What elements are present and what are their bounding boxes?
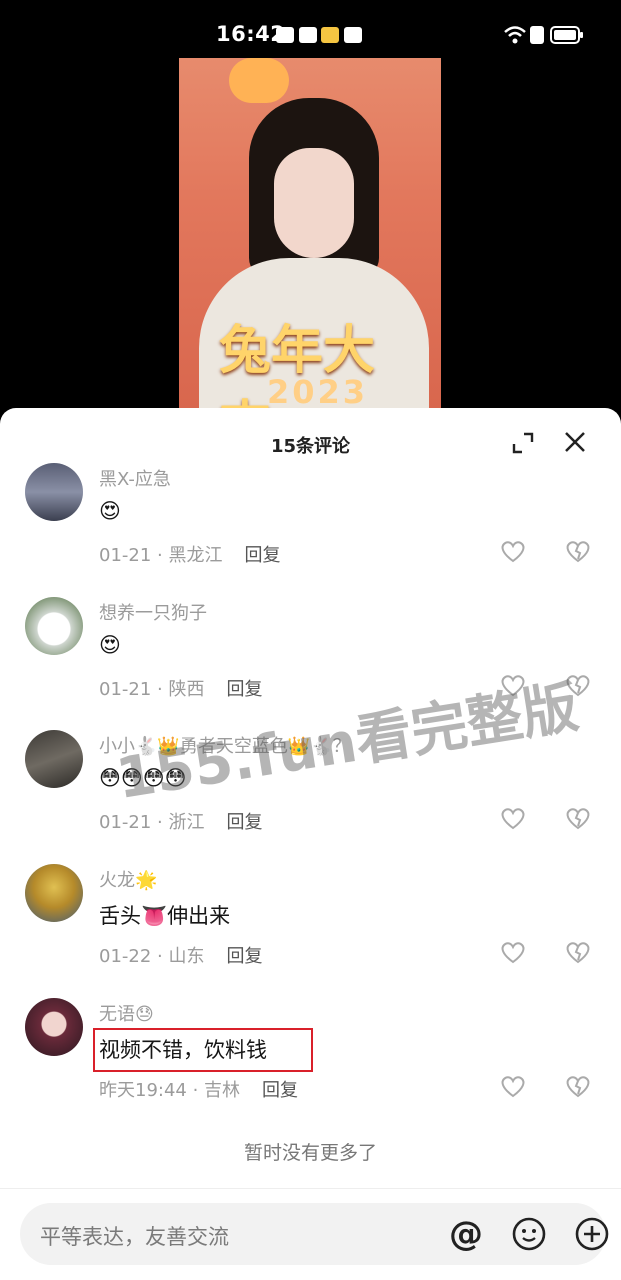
status-time: 16:42 (216, 22, 286, 46)
comment-text: 视频不错，饮料钱 (99, 1038, 267, 1062)
reply-button[interactable]: 回复 (244, 545, 280, 566)
dislike-icon[interactable] (565, 539, 591, 563)
like-icon[interactable] (500, 940, 526, 964)
avatar[interactable] (25, 864, 83, 922)
comment-location: 陕西 (168, 679, 205, 700)
comment-text: 😍 (99, 499, 121, 523)
video-year: 2023 (267, 373, 369, 411)
comment-meta: 昨天19:44 · 吉林 回复 (99, 1080, 299, 1101)
comment-username[interactable]: 黑X-应急 (99, 465, 171, 491)
like-icon[interactable] (500, 1074, 526, 1098)
avatar[interactable] (25, 730, 83, 788)
comment-date: 01-21 (99, 812, 152, 833)
comment-username[interactable]: 无语😓 (99, 1000, 154, 1026)
reply-button[interactable]: 回复 (262, 1080, 298, 1101)
comment-meta: 01-21 · 陕西 回复 (99, 679, 263, 700)
like-icon[interactable] (500, 806, 526, 830)
comment-username[interactable]: 想养一只狗子 (99, 599, 207, 625)
battery-icon (550, 26, 583, 44)
dislike-icon[interactable] (565, 1074, 591, 1098)
comment-item: 火龙🌟 舌头👅伸出来 01-22 · 山东 回复 (0, 864, 621, 984)
input-placeholder: 平等表达，友善交流 (40, 1225, 229, 1249)
comment-location: 浙江 (168, 812, 205, 833)
comment-location: 山东 (168, 946, 205, 967)
comment-location: 黑龙江 (168, 545, 223, 566)
emoji-icon[interactable] (511, 1216, 547, 1252)
at-icon[interactable]: @ (448, 1216, 484, 1252)
reply-button[interactable]: 回复 (226, 679, 262, 700)
avatar[interactable] (25, 463, 83, 521)
expand-icon[interactable] (512, 432, 534, 454)
comment-meta: 01-21 · 黑龙江 回复 (99, 545, 281, 566)
avatar[interactable] (25, 597, 83, 655)
person-face (274, 148, 354, 258)
comment-date: 昨天19:44 (99, 1080, 187, 1101)
reply-button[interactable]: 回复 (226, 946, 262, 967)
avatar[interactable] (25, 998, 83, 1056)
comment-date: 01-21 (99, 679, 152, 700)
comment-text: 舌头👅伸出来 (99, 904, 231, 928)
comment-date: 01-22 (99, 946, 152, 967)
alert-icon (530, 26, 544, 44)
like-icon[interactable] (500, 539, 526, 563)
wifi-icon (504, 26, 526, 44)
upload-icon (344, 27, 362, 43)
comments-sheet: 15条评论 黑X-应急 😍 01-21 · 黑龙江 回复 想养一只狗子 😍 01-… (0, 408, 621, 1280)
status-bar: 16:42 (0, 0, 621, 58)
comment-text: 😍 (99, 633, 121, 657)
comment-item: 黑X-应急 😍 01-21 · 黑龙江 回复 (0, 463, 621, 583)
notification-icon (276, 27, 294, 43)
lantern-decoration (229, 58, 289, 103)
comment-location: 吉林 (204, 1080, 241, 1101)
reply-button[interactable]: 回复 (226, 812, 262, 833)
video-player[interactable]: 兔年大吉 2023 (179, 58, 441, 418)
comment-meta: 01-22 · 山东 回复 (99, 946, 263, 967)
no-more-text: 暂时没有更多了 (243, 1142, 377, 1164)
comment-input[interactable]: 平等表达，友善交流 @ (20, 1203, 609, 1265)
dislike-icon[interactable] (565, 806, 591, 830)
message-icon (321, 27, 339, 43)
close-icon[interactable] (563, 430, 587, 454)
dislike-icon[interactable] (565, 940, 591, 964)
divider (0, 1188, 621, 1189)
comment-date: 01-21 (99, 545, 152, 566)
comment-username[interactable]: 火龙🌟 (99, 866, 157, 892)
comment-item: 无语😓 视频不错，饮料钱 昨天19:44 · 吉林 回复 (0, 998, 621, 1118)
notification-icon (299, 27, 317, 43)
plus-icon[interactable] (574, 1216, 610, 1252)
